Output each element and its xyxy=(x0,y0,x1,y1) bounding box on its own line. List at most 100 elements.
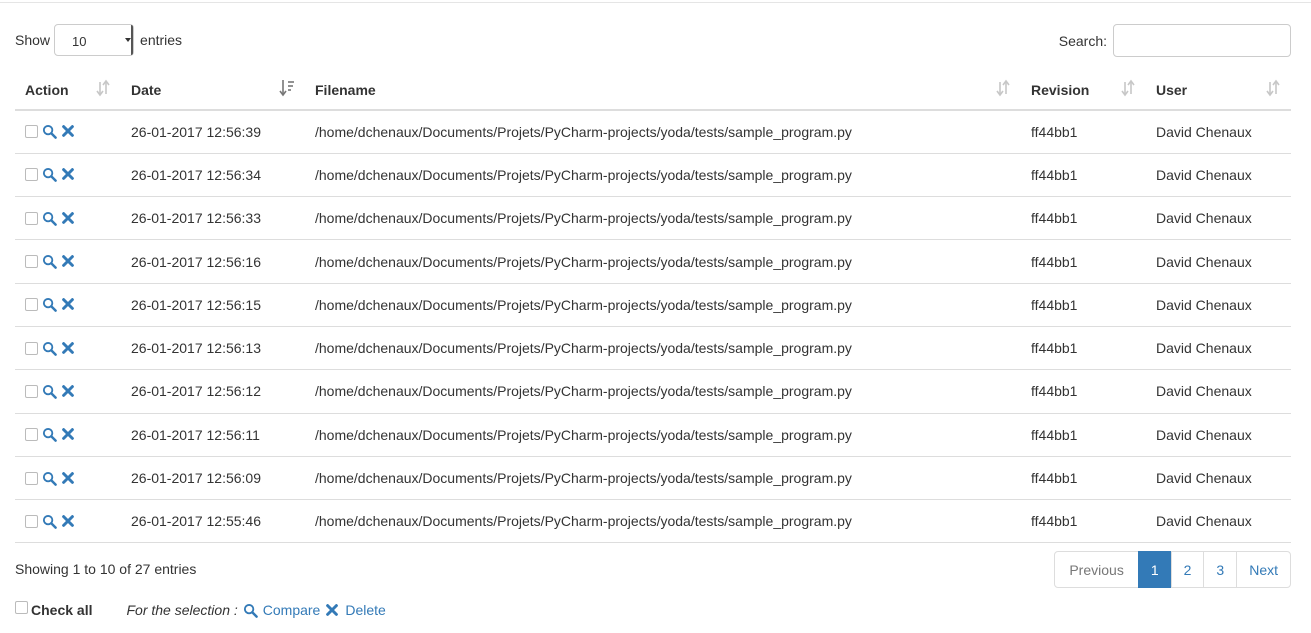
table-row: 26-01-2017 12:55:46/home/dchenaux/Docume… xyxy=(15,499,1291,544)
row-checkbox[interactable] xyxy=(25,428,38,442)
search-label: Search: xyxy=(1058,32,1107,49)
column-header-filename[interactable]: Filename xyxy=(305,67,1021,111)
cell-date: 26-01-2017 12:55:46 xyxy=(121,499,305,544)
cell-filename: /home/dchenaux/Documents/Projets/PyCharm… xyxy=(305,283,1021,327)
table-row: 26-01-2017 12:56:15/home/dchenaux/Docume… xyxy=(15,283,1291,327)
cell-user: David Chenaux xyxy=(1146,413,1291,457)
close-icon[interactable] xyxy=(61,341,76,356)
page-button-2[interactable]: 2 xyxy=(1170,551,1205,588)
check-all[interactable]: Check all xyxy=(15,600,93,618)
entries-select[interactable]: 10 xyxy=(54,24,135,56)
close-icon[interactable] xyxy=(61,297,76,312)
column-header-revision[interactable]: Revision xyxy=(1021,67,1146,111)
length-menu: Show 10 entries xyxy=(15,24,182,56)
row-checkbox[interactable] xyxy=(25,211,38,225)
cell-filename: /home/dchenaux/Documents/Projets/PyCharm… xyxy=(305,196,1021,241)
row-checkbox[interactable] xyxy=(25,341,38,355)
column-header-date[interactable]: Date xyxy=(121,67,305,111)
row-actions xyxy=(15,413,121,457)
row-actions xyxy=(15,110,121,154)
row-checkbox[interactable] xyxy=(25,471,38,485)
cell-date: 26-01-2017 12:56:15 xyxy=(121,283,305,327)
cell-date: 26-01-2017 12:56:39 xyxy=(121,110,305,154)
cell-user: David Chenaux xyxy=(1146,153,1291,198)
search-icon[interactable] xyxy=(42,384,57,399)
column-header-action[interactable]: Action xyxy=(15,67,121,111)
close-icon[interactable] xyxy=(61,167,76,182)
delete-link[interactable]: Delete xyxy=(325,602,386,618)
search-icon[interactable] xyxy=(42,254,57,269)
search-icon[interactable] xyxy=(42,514,57,529)
cell-revision: ff44bb1 xyxy=(1021,239,1146,284)
search-icon[interactable] xyxy=(42,341,57,356)
cell-filename: /home/dchenaux/Documents/Projets/PyCharm… xyxy=(305,110,1021,154)
sort-icon xyxy=(1265,78,1281,98)
row-actions xyxy=(15,283,121,327)
search-icon[interactable] xyxy=(42,427,57,443)
cell-user: David Chenaux xyxy=(1146,326,1291,371)
cell-date: 26-01-2017 12:56:34 xyxy=(121,153,305,198)
search-icon xyxy=(243,603,258,618)
row-checkbox[interactable] xyxy=(25,125,38,139)
previous-page-button[interactable]: Previous xyxy=(1054,551,1139,588)
cell-date: 26-01-2017 12:56:11 xyxy=(121,413,305,457)
cell-user: David Chenaux xyxy=(1146,196,1291,241)
close-icon xyxy=(325,603,340,618)
column-header-user[interactable]: User xyxy=(1146,67,1291,111)
close-icon[interactable] xyxy=(61,124,76,139)
search-icon[interactable] xyxy=(42,167,57,183)
column-label: Revision xyxy=(1031,82,1090,98)
cell-date: 26-01-2017 12:56:16 xyxy=(121,239,305,284)
close-icon[interactable] xyxy=(61,514,76,529)
cell-filename: /home/dchenaux/Documents/Projets/PyCharm… xyxy=(305,239,1021,284)
row-actions xyxy=(15,153,121,198)
entries-select-value: 10 xyxy=(72,34,87,49)
cell-date: 26-01-2017 12:56:33 xyxy=(121,196,305,241)
check-all-checkbox[interactable] xyxy=(15,600,28,614)
row-actions xyxy=(15,196,121,241)
search-icon[interactable] xyxy=(42,211,57,226)
search-icon[interactable] xyxy=(42,297,57,313)
pagination: Previous 1 2 3 Next xyxy=(1054,551,1291,588)
close-icon[interactable] xyxy=(61,211,76,226)
cell-revision: ff44bb1 xyxy=(1021,326,1146,371)
search-icon[interactable] xyxy=(42,471,57,486)
cell-revision: ff44bb1 xyxy=(1021,153,1146,198)
page-button-1[interactable]: 1 xyxy=(1137,551,1172,588)
row-actions xyxy=(15,456,121,501)
page-button-3[interactable]: 3 xyxy=(1203,551,1238,588)
search-icon[interactable] xyxy=(42,124,57,140)
row-checkbox[interactable] xyxy=(25,514,38,528)
column-label: Action xyxy=(25,82,69,98)
next-page-button[interactable]: Next xyxy=(1236,551,1291,588)
table-row: 26-01-2017 12:56:11/home/dchenaux/Docume… xyxy=(15,413,1291,457)
search-input[interactable] xyxy=(1113,24,1291,57)
sort-icon xyxy=(95,78,111,98)
cell-revision: ff44bb1 xyxy=(1021,196,1146,241)
delete-label: Delete xyxy=(345,602,386,618)
cell-user: David Chenaux xyxy=(1146,110,1291,154)
cell-user: David Chenaux xyxy=(1146,456,1291,501)
column-label: Filename xyxy=(315,82,376,98)
close-icon[interactable] xyxy=(61,427,76,442)
row-checkbox[interactable] xyxy=(25,255,38,269)
compare-link[interactable]: Compare xyxy=(243,602,320,618)
check-all-label: Check all xyxy=(31,602,93,618)
close-icon[interactable] xyxy=(61,384,76,399)
table-row: 26-01-2017 12:56:33/home/dchenaux/Docume… xyxy=(15,196,1291,241)
table-row: 26-01-2017 12:56:34/home/dchenaux/Docume… xyxy=(15,153,1291,198)
select-edge xyxy=(131,25,134,55)
row-checkbox[interactable] xyxy=(25,298,38,312)
row-checkbox[interactable] xyxy=(25,168,38,182)
search-filter: Search: xyxy=(1059,24,1291,57)
row-actions xyxy=(15,326,121,371)
row-checkbox[interactable] xyxy=(25,384,38,398)
bulk-actions: Check all For the selection : Compare De… xyxy=(15,599,386,621)
close-icon[interactable] xyxy=(61,254,76,269)
row-actions xyxy=(15,239,121,284)
cell-user: David Chenaux xyxy=(1146,369,1291,414)
cell-date: 26-01-2017 12:56:09 xyxy=(121,456,305,501)
close-icon[interactable] xyxy=(61,471,76,486)
cell-filename: /home/dchenaux/Documents/Projets/PyCharm… xyxy=(305,153,1021,198)
cell-user: David Chenaux xyxy=(1146,283,1291,327)
